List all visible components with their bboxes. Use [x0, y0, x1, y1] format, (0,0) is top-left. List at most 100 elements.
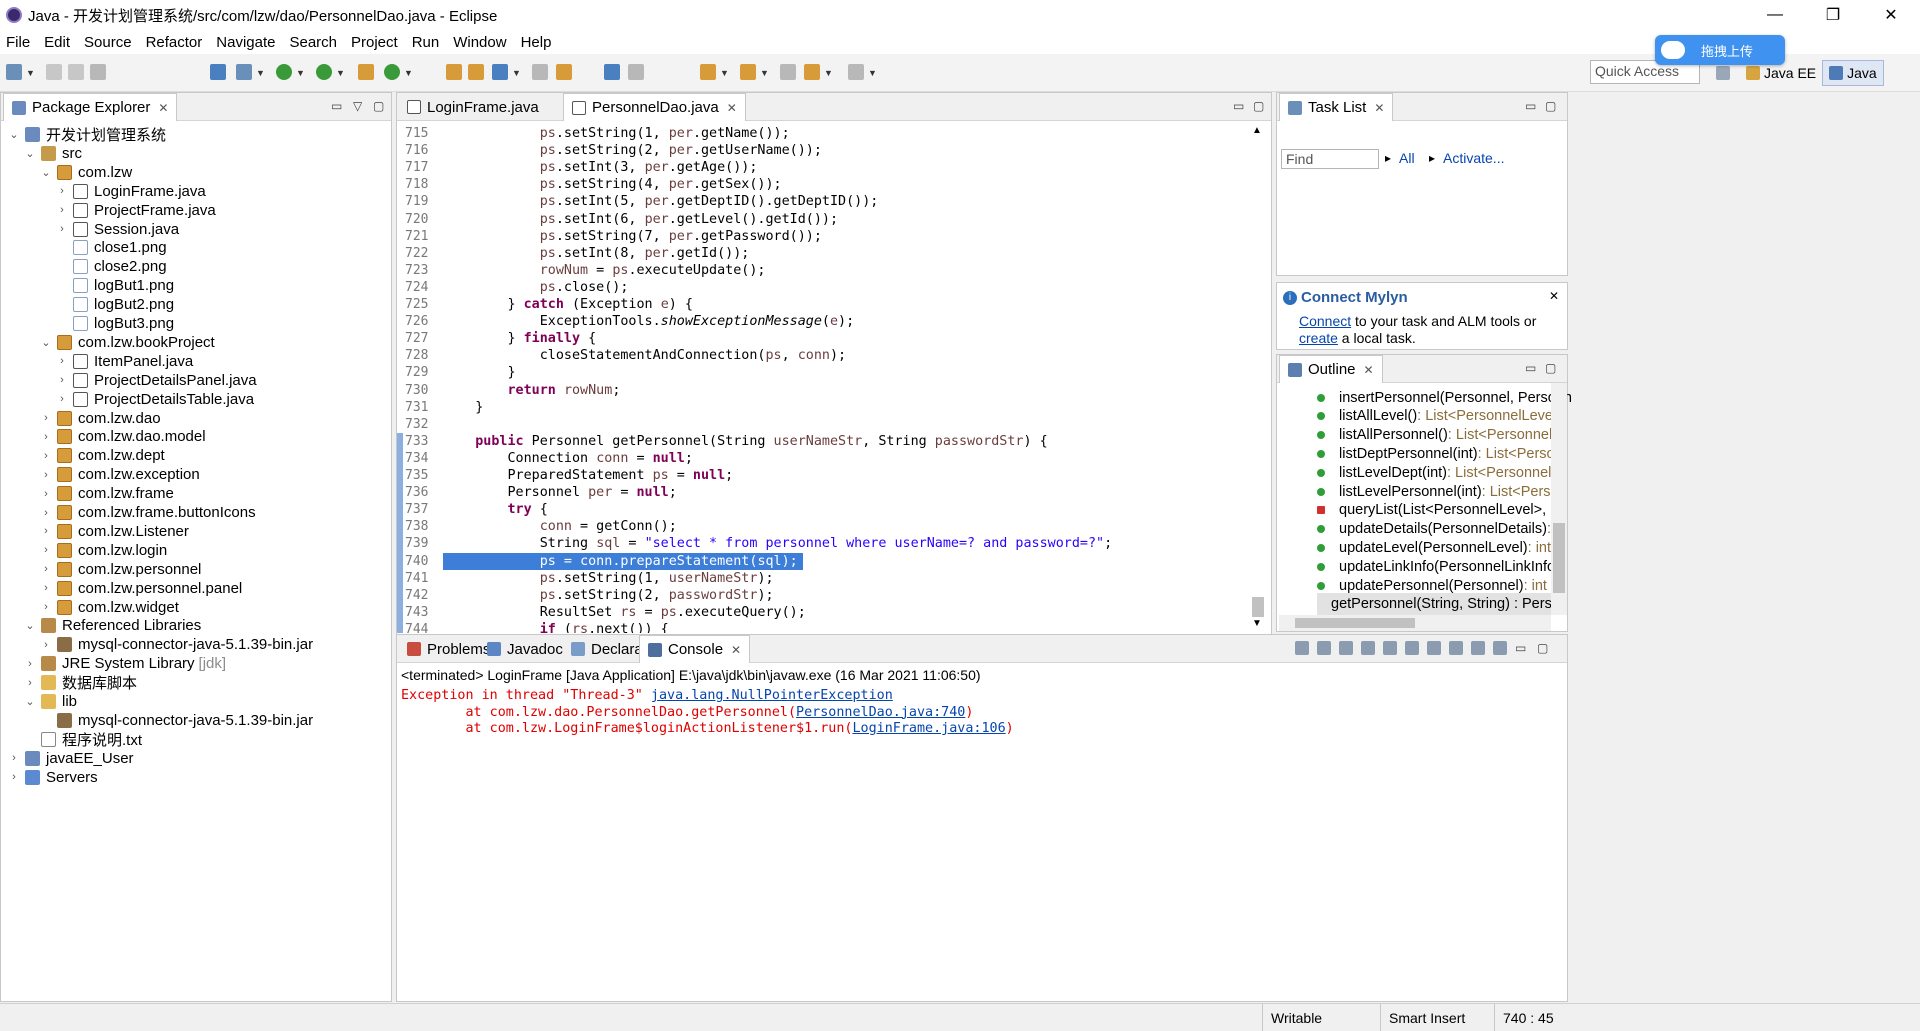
task-find-input[interactable]: Find	[1281, 149, 1379, 169]
open-type-icon[interactable]	[446, 64, 462, 80]
toggle-mark-occurrences-icon[interactable]	[532, 64, 548, 80]
previous-annotation-icon[interactable]	[740, 64, 756, 80]
code-line[interactable]: ps.setString(2, per.getUserName());	[443, 142, 822, 159]
scroll-down-icon[interactable]: ▼	[1252, 618, 1262, 629]
collapsed-chevron-icon[interactable]: ›	[55, 204, 69, 216]
scroll-lock-icon[interactable]	[1361, 641, 1375, 655]
word-wrap-icon[interactable]	[1383, 641, 1397, 655]
remove-all-icon[interactable]	[1339, 641, 1353, 655]
code-line[interactable]: if (rs.next()) {	[443, 621, 669, 633]
chevron-down-icon[interactable]: ▼	[868, 68, 877, 78]
save-icon[interactable]	[46, 64, 62, 80]
code-line[interactable]: ps.setString(4, per.getSex());	[443, 176, 782, 193]
maximize-icon[interactable]: ▢	[1537, 641, 1551, 655]
code-editor[interactable]: 715 716 717 718 719 720 721 722 723 724 725 726 727 7…	[397, 121, 1247, 633]
chevron-down-icon[interactable]: ▼	[512, 68, 521, 78]
code-line[interactable]: }	[443, 399, 483, 416]
code-line[interactable]: return rowNum;	[443, 382, 621, 399]
expanded-chevron-icon[interactable]: ⌄	[23, 147, 37, 160]
console-output[interactable]: Exception in thread "Thread-3" java.lang…	[397, 687, 1547, 977]
display-console-icon[interactable]	[1471, 641, 1485, 655]
collapsed-chevron-icon[interactable]: ›	[39, 563, 53, 575]
minimize-icon[interactable]: ▭	[1233, 99, 1244, 113]
perspective-java[interactable]: Java	[1822, 60, 1884, 86]
new-java-package-icon[interactable]	[358, 64, 374, 80]
outline-scroll-thumb[interactable]	[1553, 523, 1565, 593]
tab-task-list[interactable]: Task List ✕	[1279, 93, 1394, 121]
expanded-chevron-icon[interactable]: ⌄	[39, 166, 53, 179]
menu-window[interactable]: Window	[453, 34, 506, 51]
menu-refactor[interactable]: Refactor	[146, 34, 203, 51]
code-line[interactable]: ps.setInt(6, per.getLevel().getId());	[443, 211, 838, 228]
collapsed-chevron-icon[interactable]: ›	[39, 525, 53, 537]
selected-code-line[interactable]: ps = conn.prepareStatement(sql);	[443, 552, 803, 570]
minimize-button[interactable]: —	[1746, 0, 1804, 30]
debug-icon[interactable]	[236, 64, 252, 80]
tab-javadoc[interactable]: Javadoc	[479, 635, 571, 663]
console-link[interactable]: java.lang.NullPointerException	[651, 688, 893, 703]
close-icon[interactable]: ✕	[1374, 101, 1384, 115]
code-line[interactable]: conn = getConn();	[443, 518, 677, 535]
upload-badge[interactable]: 拖拽上传	[1655, 35, 1785, 65]
outline-horizontal-scrollbar[interactable]	[1279, 615, 1551, 631]
remove-launch-icon[interactable]	[1317, 641, 1331, 655]
code-line[interactable]: ps.setString(1, per.getName());	[443, 125, 790, 142]
close-icon[interactable]: ✕	[731, 643, 741, 657]
code-line[interactable]: } catch (Exception e) {	[443, 296, 692, 313]
run-icon[interactable]	[276, 64, 292, 80]
code-line[interactable]: rowNum = ps.executeUpdate();	[443, 262, 766, 279]
collapsed-chevron-icon[interactable]: ›	[39, 507, 53, 519]
collapsed-chevron-icon[interactable]: ›	[55, 374, 69, 386]
expanded-chevron-icon[interactable]: ⌄	[39, 336, 53, 349]
tab-console[interactable]: Console ✕	[639, 635, 751, 663]
collapsed-chevron-icon[interactable]: ›	[23, 677, 37, 689]
block-selection-icon[interactable]	[628, 64, 644, 80]
code-line[interactable]: PreparedStatement ps = null;	[443, 467, 733, 484]
menu-source[interactable]: Source	[84, 34, 132, 51]
collapsed-chevron-icon[interactable]: ›	[39, 431, 53, 443]
menu-help[interactable]: Help	[521, 34, 552, 51]
outline-hscroll-thumb[interactable]	[1295, 618, 1415, 628]
code-line[interactable]: } finally {	[443, 330, 596, 347]
code-line[interactable]: closeStatementAndConnection(ps, conn);	[443, 347, 846, 364]
pin-console-icon[interactable]	[1449, 641, 1463, 655]
code-line[interactable]: ps.setInt(5, per.getDeptID().getDeptID()…	[443, 193, 879, 210]
chevron-down-icon[interactable]: ▼	[720, 68, 729, 78]
collapsed-chevron-icon[interactable]: ›	[39, 469, 53, 481]
chevron-down-icon[interactable]: ▼	[26, 68, 35, 78]
minimize-icon[interactable]: ▭	[331, 99, 342, 113]
minimize-icon[interactable]: ▭	[1525, 361, 1536, 375]
outline-item[interactable]: getPersonnel(String, String) : Perso	[1317, 592, 1560, 616]
coverage-icon[interactable]	[316, 64, 332, 80]
console-link[interactable]: LoginFrame.java:106	[852, 721, 1005, 736]
view-menu-icon[interactable]: ▽	[353, 99, 362, 113]
chevron-down-icon[interactable]: ▼	[404, 68, 413, 78]
close-window-button[interactable]: ✕	[1862, 0, 1920, 30]
collapsed-chevron-icon[interactable]: ›	[39, 412, 53, 424]
code-line[interactable]: }	[443, 364, 515, 381]
debug-skip-icon[interactable]	[210, 64, 226, 80]
collapsed-chevron-icon[interactable]: ›	[55, 355, 69, 367]
open-console-icon[interactable]	[1493, 641, 1507, 655]
editor-scroll-thumb[interactable]	[1252, 597, 1264, 617]
scroll-up-icon[interactable]: ▲	[1252, 125, 1262, 136]
tab-personneldao-java[interactable]: PersonnelDao.java ✕	[563, 93, 746, 121]
code-line[interactable]: ps.setString(1, userNameStr);	[443, 570, 774, 587]
collapsed-chevron-icon[interactable]: ›	[39, 488, 53, 500]
create-link[interactable]: create	[1299, 330, 1338, 346]
status-insert-mode[interactable]: Smart Insert	[1380, 1004, 1492, 1031]
next-annotation-icon[interactable]	[700, 64, 716, 80]
menu-edit[interactable]: Edit	[44, 34, 70, 51]
code-line[interactable]: ResultSet rs = ps.executeQuery();	[443, 604, 806, 621]
filter-all-link[interactable]: All	[1399, 150, 1415, 166]
chevron-down-icon[interactable]: ▼	[296, 68, 305, 78]
console-horizontal-scrollbar[interactable]	[399, 981, 1549, 997]
code-line[interactable]: Connection conn = null;	[443, 450, 692, 467]
collapsed-chevron-icon[interactable]: ›	[39, 639, 53, 651]
chevron-down-icon[interactable]: ▼	[336, 68, 345, 78]
external-tools-icon[interactable]	[384, 64, 400, 80]
menu-navigate[interactable]: Navigate	[216, 34, 275, 51]
tab-outline[interactable]: Outline ✕	[1279, 355, 1383, 383]
collapsed-chevron-icon[interactable]: ›	[7, 771, 21, 783]
minimize-icon[interactable]: ▭	[1515, 641, 1529, 655]
